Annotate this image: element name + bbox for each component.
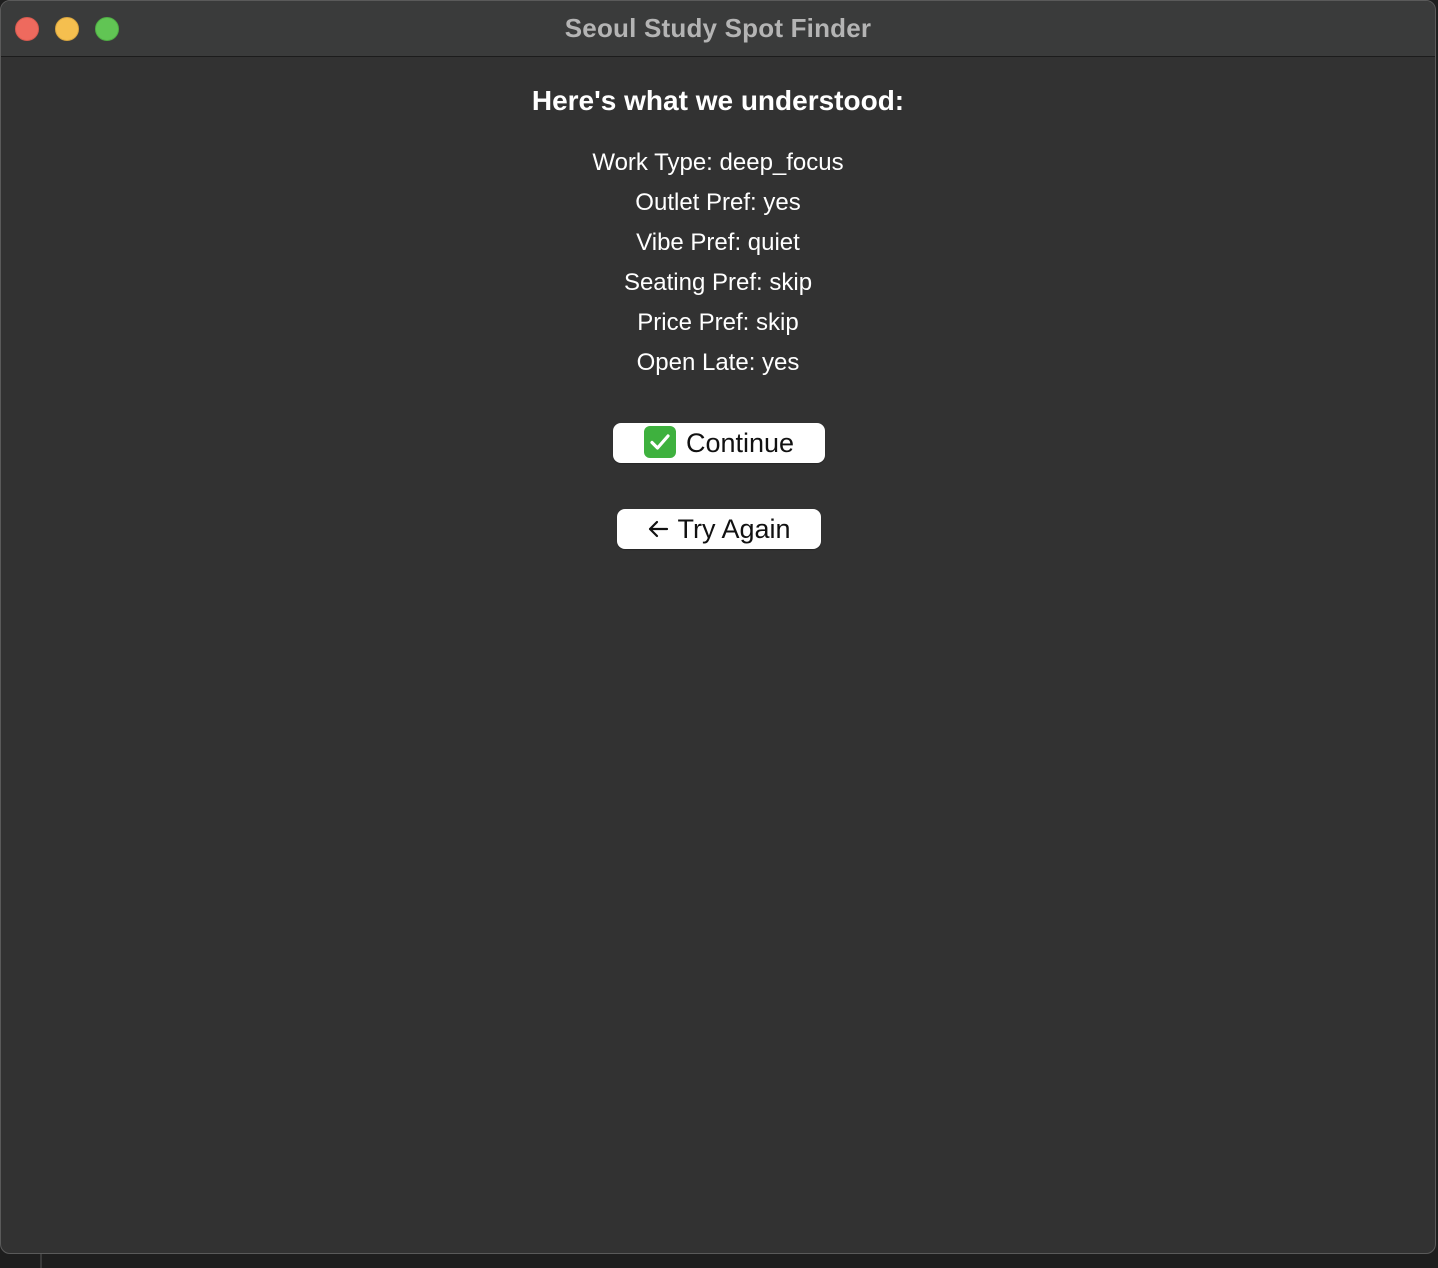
try-again-button[interactable]: Try Again (617, 509, 821, 549)
summary-item-open-late: Open Late: yes (636, 349, 800, 376)
app-window: Seoul Study Spot Finder Here's what we u… (0, 0, 1436, 1254)
continue-button[interactable]: Continue (613, 423, 825, 463)
arrow-left-icon (647, 510, 669, 538)
check-mark-icon (643, 426, 676, 458)
summary-item-seating-pref: Seating Pref: skip (623, 269, 813, 296)
summary-item-outlet-pref: Outlet Pref: yes (635, 189, 801, 216)
summary-item-price-pref: Price Pref: skip (637, 309, 799, 336)
try-again-button-label: Try Again (677, 514, 791, 544)
summary-item-vibe-pref: Vibe Pref: quiet (636, 229, 800, 256)
summary-item-work-type: Work Type: deep_focus (592, 149, 844, 176)
preferences-summary: Work Type: deep_focus Outlet Pref: yes V… (1, 147, 1435, 387)
main-content: Here's what we understood: Work Type: de… (1, 57, 1435, 1253)
continue-button-label: Continue (685, 428, 795, 458)
window-title: Seoul Study Spot Finder (564, 13, 872, 43)
title-bar[interactable]: Seoul Study Spot Finder (1, 1, 1435, 57)
page-heading: Here's what we understood: (531, 85, 905, 116)
desktop-edge-divider (40, 1254, 42, 1268)
